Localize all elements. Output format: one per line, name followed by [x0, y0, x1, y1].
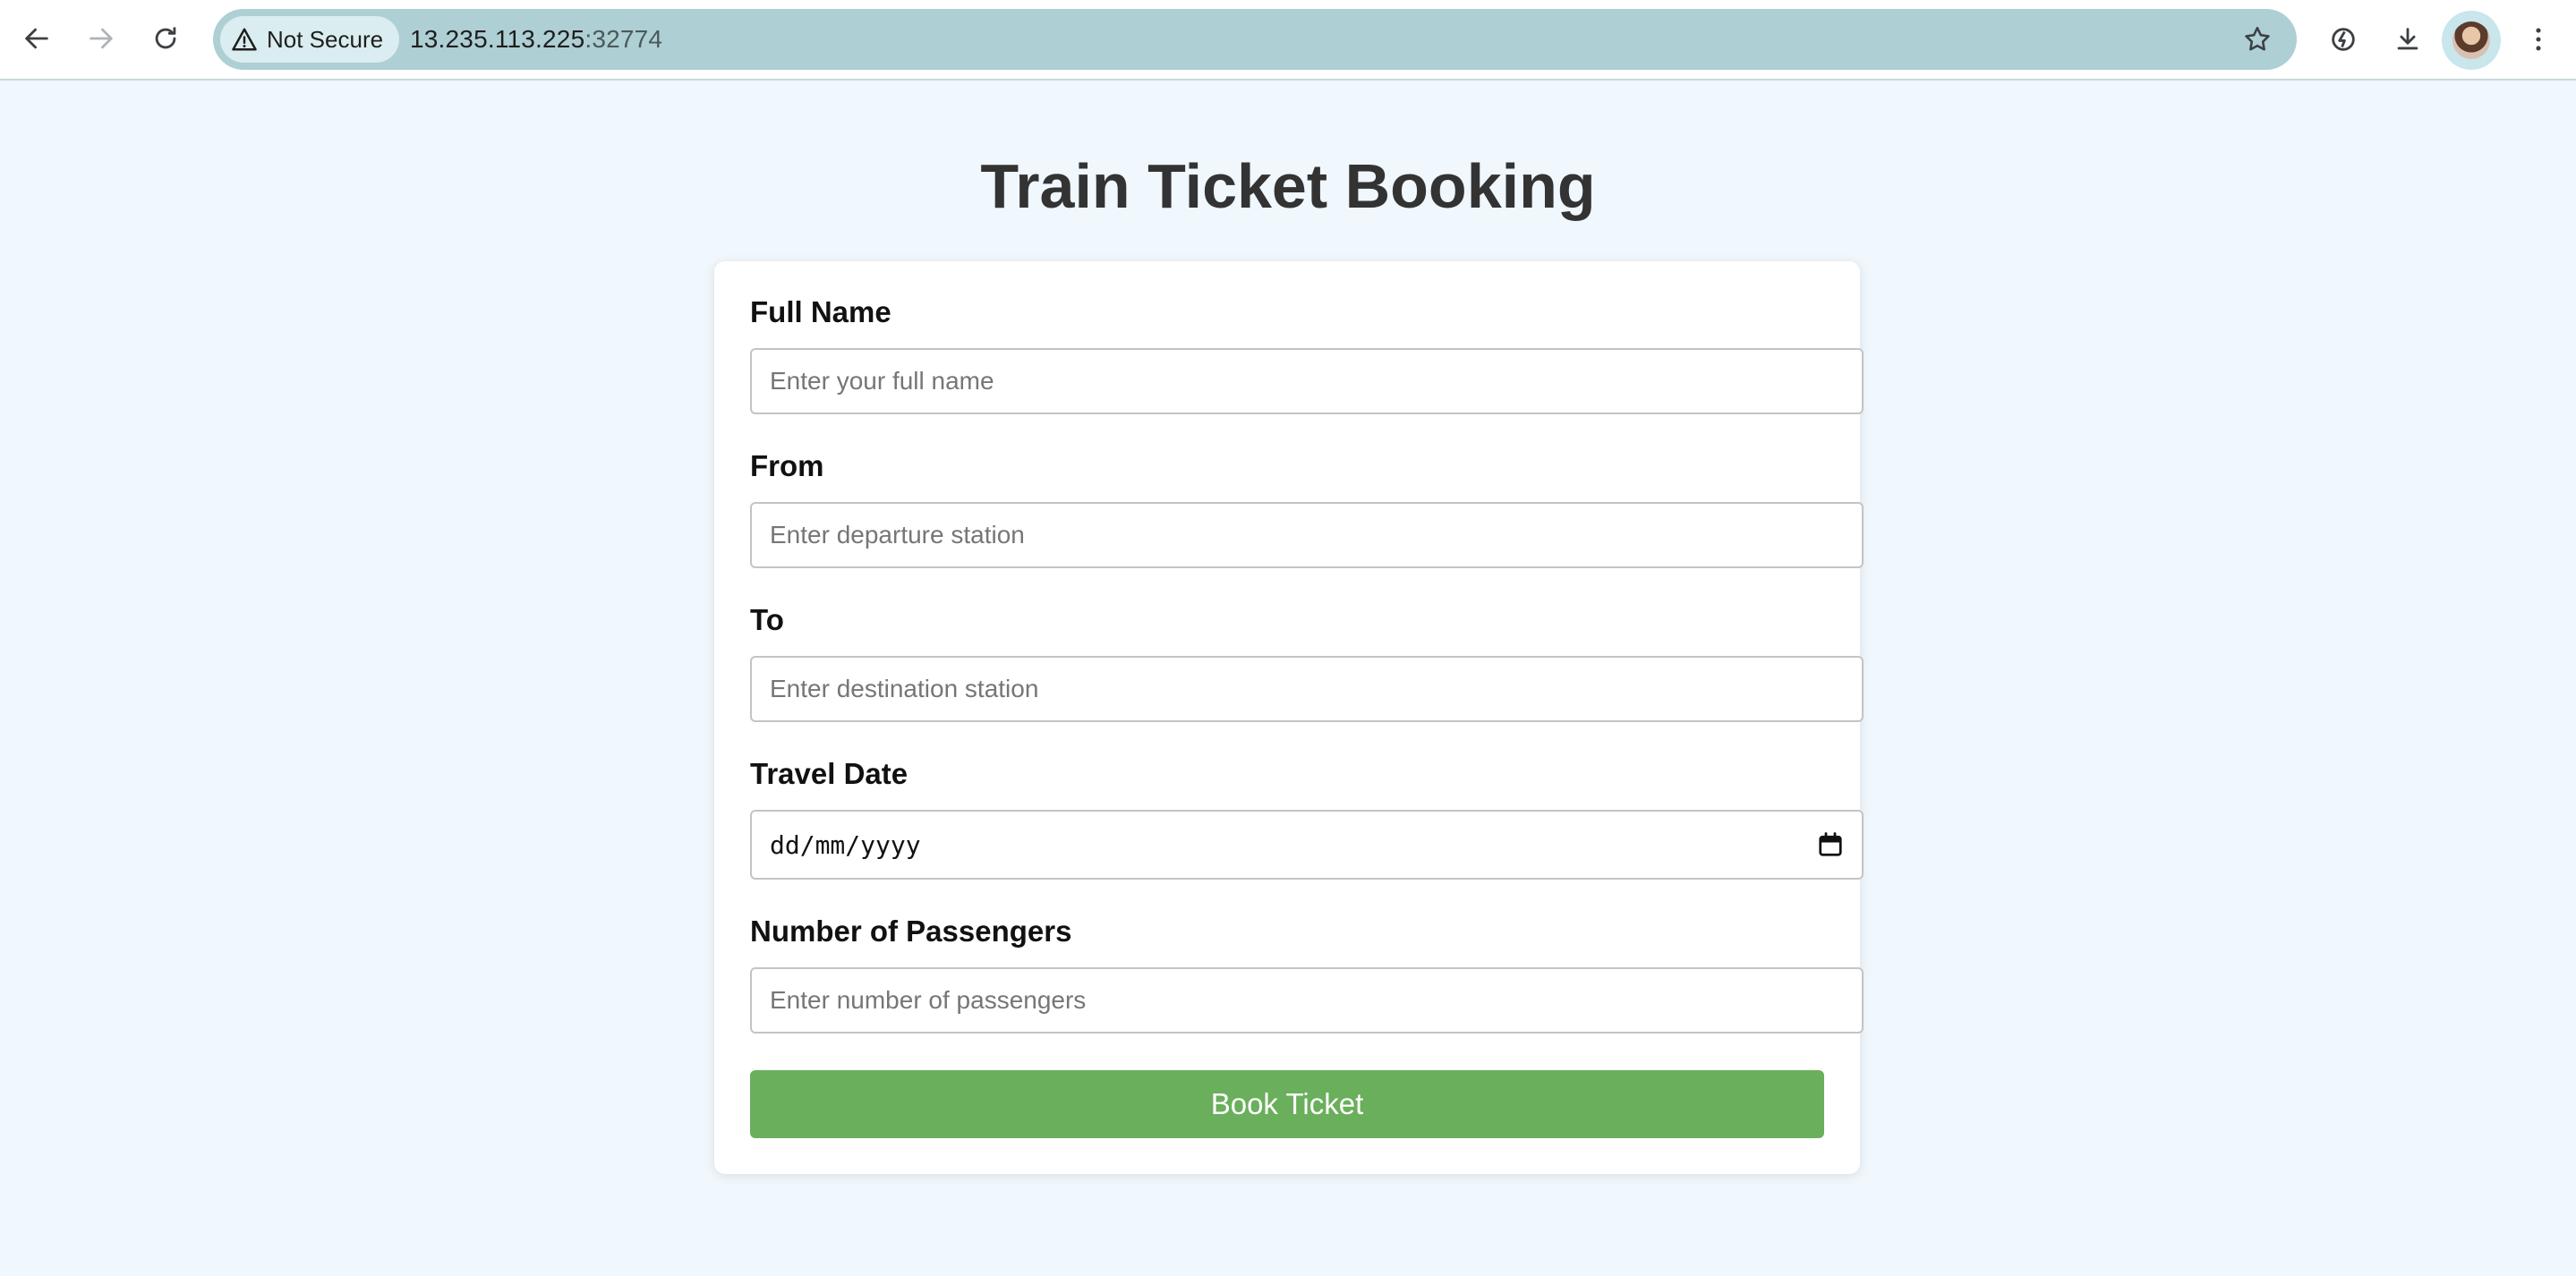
- profile-avatar: [2452, 21, 2490, 59]
- book-ticket-button[interactable]: Book Ticket: [750, 1070, 1824, 1138]
- profile-button[interactable]: [2442, 11, 2501, 70]
- download-icon: [2397, 28, 2418, 50]
- to-label: To: [750, 603, 784, 636]
- performance-icon: [2332, 28, 2355, 51]
- travel-date-placeholder: dd/mm/yyyy: [770, 829, 921, 860]
- bookmark-button[interactable]: [2239, 21, 2275, 57]
- from-label: From: [750, 449, 824, 482]
- url-port: :32774: [584, 25, 663, 53]
- warning-triangle-icon: [232, 28, 257, 51]
- full-name-input[interactable]: [750, 348, 1864, 414]
- reload-icon: [155, 27, 176, 49]
- kebab-menu-icon: [2536, 28, 2541, 51]
- forward-arrow-icon: [90, 28, 113, 49]
- passengers-label: Number of Passengers: [750, 914, 1072, 948]
- passengers-input[interactable]: [750, 967, 1864, 1034]
- to-input[interactable]: [750, 656, 1864, 722]
- travel-date-label: Travel Date: [750, 757, 908, 790]
- reload-button[interactable]: [145, 18, 186, 59]
- back-button[interactable]: [16, 18, 57, 59]
- back-arrow-icon: [25, 28, 48, 49]
- travel-date-input[interactable]: dd/mm/yyyy: [750, 810, 1864, 880]
- star-icon: [2245, 26, 2270, 51]
- url-host: 13.235.113.225: [410, 25, 585, 53]
- download-button[interactable]: [2386, 18, 2429, 61]
- performance-button[interactable]: [2322, 18, 2365, 61]
- calendar-icon[interactable]: [1817, 831, 1844, 858]
- address-bar[interactable]: Not Secure 13.235.113.225:32774: [213, 9, 2297, 70]
- url-text[interactable]: 13.235.113.225:32774: [410, 9, 662, 70]
- security-chip[interactable]: Not Secure: [220, 16, 400, 63]
- from-input[interactable]: [750, 502, 1864, 568]
- browser-toolbar: Not Secure 13.235.113.225:32774: [0, 0, 2576, 81]
- forward-button[interactable]: [81, 18, 122, 59]
- full-name-label: Full Name: [750, 295, 891, 328]
- security-label: Not Secure: [267, 25, 384, 53]
- page-title: Train Ticket Booking: [980, 151, 1596, 221]
- booking-form: Full Name From To Travel Date dd/mm/yyyy…: [714, 261, 1864, 1174]
- menu-button[interactable]: [2517, 18, 2560, 61]
